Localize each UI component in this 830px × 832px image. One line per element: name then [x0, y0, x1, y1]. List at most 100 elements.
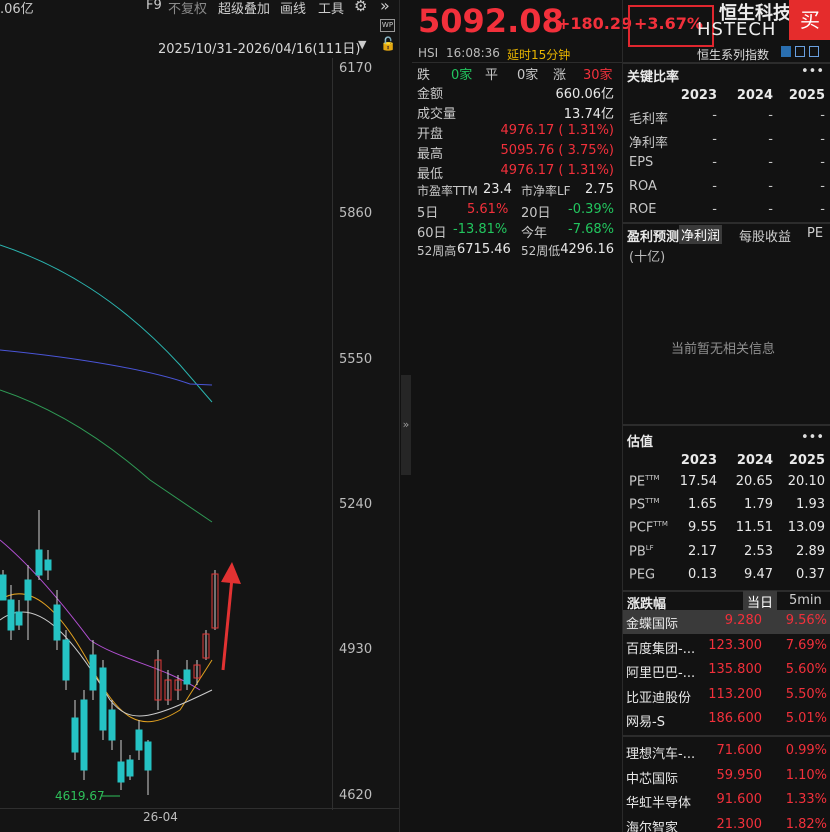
tab-pe[interactable]: PE: [807, 226, 823, 241]
stock-change: 5.01%: [785, 711, 827, 726]
date-range[interactable]: 2025/10/31-2026/04/16(111日): [158, 38, 361, 57]
panel-divider: [623, 62, 830, 64]
candle-body: [144, 741, 152, 771]
window-icon[interactable]: [809, 46, 819, 57]
super-overlay-button[interactable]: 超级叠加: [218, 0, 270, 17]
ratio-value: -: [768, 202, 773, 217]
mover-row[interactable]: 百度集团-... 123.300 7.69%: [623, 635, 830, 659]
quote-row: 最低 4976.17 ( 1.31%): [417, 163, 614, 183]
y-tick: 6170: [339, 61, 373, 76]
quote-panel: 5092.08 +180.29 +3.67% HSI 16:08:36 延时15…: [412, 0, 714, 832]
ratio-row: ROE - - -: [623, 202, 829, 224]
year-2024: 2024: [736, 453, 773, 468]
forecast-unit: (十亿): [629, 250, 666, 265]
no-adjust-button[interactable]: 不复权: [168, 0, 207, 17]
stock-name: 中芯国际: [626, 771, 679, 787]
candle-body: [108, 709, 116, 741]
tab-5min[interactable]: 5min: [789, 593, 822, 608]
w52h-label: 52周高: [417, 244, 457, 258]
date-axis-divider: [0, 808, 399, 809]
more-icon[interactable]: •••: [801, 64, 824, 79]
valuation-value: 1.93: [796, 497, 825, 513]
open-label: 开盘: [417, 127, 444, 142]
valuation-value: 1.79: [744, 497, 773, 513]
d20-value: -0.39%: [568, 202, 614, 217]
down-count: 0家: [451, 68, 473, 83]
ratio-value: -: [712, 202, 717, 217]
panel-divider: [623, 424, 830, 426]
quote-row: 最高 5095.76 ( 3.75%): [417, 143, 614, 163]
kline-chart-pane[interactable]: .06亿 F9 不复权 超级叠加 画线 工具 ⚙ » WP 2025/10/31…: [0, 0, 400, 832]
buy-button[interactable]: 买: [789, 0, 830, 40]
range-dropdown-icon[interactable]: ▼: [358, 38, 366, 51]
ratio-value: -: [712, 131, 717, 147]
stock-price: 123.300: [708, 637, 762, 653]
gear-icon[interactable]: ⚙: [354, 0, 367, 15]
candle-body: [62, 639, 70, 681]
y-tick: 5550: [339, 352, 373, 367]
wp-badge[interactable]: WP: [380, 19, 395, 32]
stock-name: 海尔智家: [626, 820, 679, 832]
valuation-value: 2.53: [744, 543, 773, 559]
ratio-value: -: [768, 155, 773, 170]
low-label: 最低: [417, 167, 444, 182]
ratio-value: -: [820, 178, 825, 194]
f9-button[interactable]: F9: [146, 0, 162, 13]
valuation-row: PETTM 17.54 20.65 20.10: [623, 474, 829, 496]
ratio-row: 净利率 - - -: [623, 132, 829, 154]
mover-row[interactable]: 理想汽车-... 71.600 0.99%: [623, 740, 830, 764]
valuation-label: PBLF: [629, 543, 654, 559]
pb-lf-label: 市净率LF: [521, 184, 571, 198]
candle-body: [15, 611, 23, 626]
plus-icon[interactable]: [795, 46, 805, 57]
last-price: 5092.08: [418, 2, 564, 40]
more-icon[interactable]: •••: [801, 430, 824, 445]
mover-row[interactable]: 阿里巴巴-... 135.800 5.60%: [623, 659, 830, 683]
tab-net-profit[interactable]: 净利润: [679, 225, 723, 244]
pe-ttm-label: 市盈率TTM: [417, 184, 478, 198]
tab-today[interactable]: 当日: [743, 591, 778, 612]
candle-body: [117, 761, 125, 783]
quote-row: 成交量 13.74亿: [417, 103, 614, 123]
tools-button[interactable]: 工具: [318, 0, 344, 17]
quote-row: 开盘 4976.17 ( 1.31%): [417, 123, 614, 143]
stock-price: 113.200: [708, 686, 762, 702]
valuation-label: PETTM: [629, 474, 660, 490]
tab-eps[interactable]: 每股收益: [739, 226, 791, 245]
stock-name: 比亚迪股份: [626, 690, 692, 706]
mover-row[interactable]: 华虹半导体 91.600 1.33%: [623, 789, 830, 813]
valuation-value: 2.89: [796, 543, 825, 559]
mover-row[interactable]: 海尔智家 21.300 1.82%: [623, 814, 830, 832]
candle-body: [99, 667, 107, 731]
valuation-value: 9.55: [688, 520, 717, 536]
mover-row[interactable]: 比亚迪股份 113.200 5.50%: [623, 684, 830, 708]
ratio-value: -: [820, 131, 825, 147]
ytd-label: 今年: [521, 226, 548, 241]
stock-price: 59.950: [716, 767, 763, 783]
expand-icon[interactable]: »: [380, 0, 390, 15]
pe-ttm-value: 23.4: [483, 182, 512, 197]
draw-line-button[interactable]: 画线: [280, 0, 306, 17]
ratio-row: 60日 -13.81% 今年 -7.68%: [417, 222, 614, 242]
quote-time: 16:08:36: [446, 46, 500, 60]
valuation-label: PCFTTM: [629, 520, 668, 536]
collapse-toggle-button[interactable]: »: [401, 375, 411, 475]
mover-row[interactable]: 金蝶国际 9.280 9.56%: [623, 610, 830, 634]
candle-body: [183, 669, 191, 685]
ratio-row: ROA - - -: [623, 179, 829, 201]
w52h-value: 6715.46: [457, 242, 511, 257]
mover-row[interactable]: 网易-S 186.600 5.01%: [623, 708, 830, 732]
forecast-title: 盈利预测: [627, 230, 680, 245]
ratio-label: EPS: [629, 155, 654, 170]
edit-icon[interactable]: [781, 46, 791, 57]
ratio-label: ROE: [629, 202, 657, 217]
lock-icon[interactable]: 🔓: [380, 37, 396, 52]
stock-change: 1.33%: [785, 792, 827, 807]
index-code: HSTECH: [697, 19, 777, 40]
ratio-row: EPS - - -: [623, 155, 829, 177]
kline-plot[interactable]: 4619.67: [0, 58, 332, 808]
ma-line-green: [0, 389, 213, 523]
mover-row[interactable]: 中芯国际 59.950 1.10%: [623, 765, 830, 789]
ratio-value: -: [712, 155, 717, 170]
valuation-value: 2.17: [688, 543, 717, 559]
